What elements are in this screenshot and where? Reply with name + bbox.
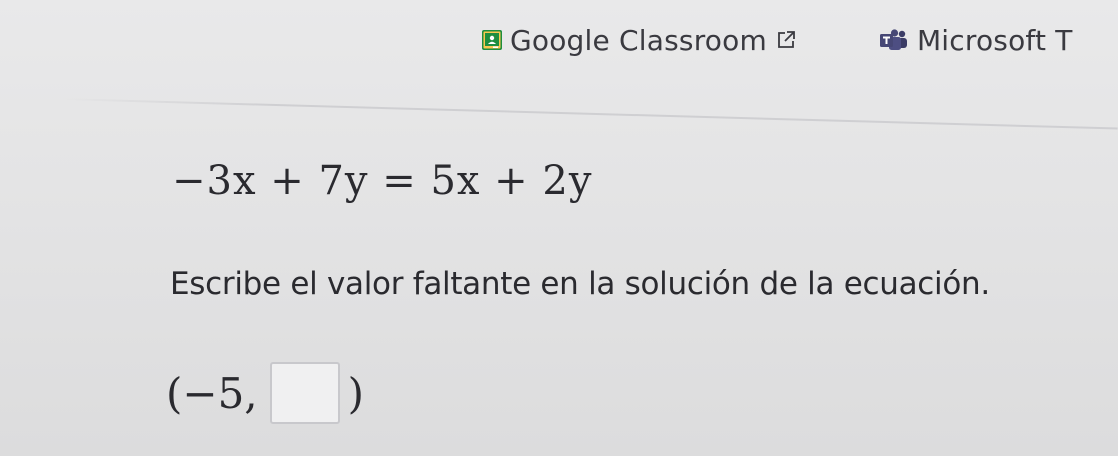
microsoft-teams-label: Microsoft T [916,23,1073,57]
microsoft-teams-share-link[interactable]: Microsoft T [879,24,1073,57]
answer-close-text: ) [347,368,365,418]
instruction-text: Escribe el valor faltante en la solución… [170,266,990,302]
google-classroom-icon [482,30,502,50]
answer-pair: (−5, ) [166,362,364,424]
microsoft-teams-icon [879,29,909,51]
google-classroom-share-link[interactable]: Google Classroom [482,24,797,57]
missing-value-input[interactable] [269,362,340,424]
google-classroom-label: Google Classroom [510,23,767,57]
answer-open-text: (−5, [166,368,258,418]
share-bar: Google Classroom Microsoft T [482,18,1073,62]
external-link-icon [775,29,797,51]
divider [59,98,1118,130]
equation: −3x + 7y = 5x + 2y [172,158,593,204]
